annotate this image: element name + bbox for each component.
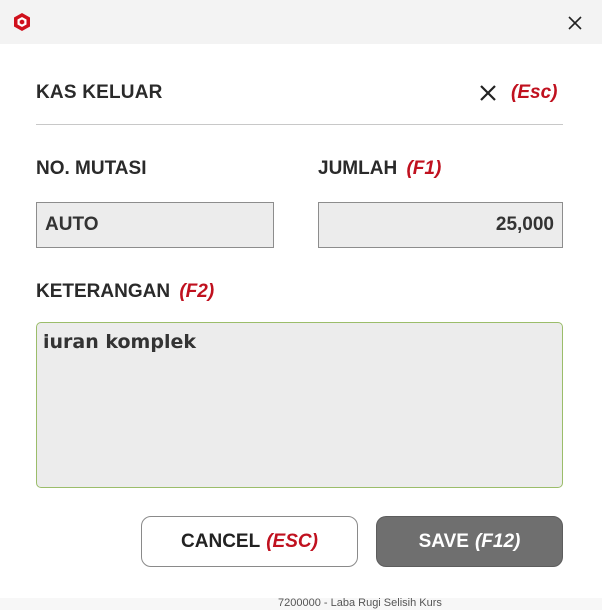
close-shortcut-hint: (Esc) (511, 82, 558, 103)
cancel-shortcut-hint: (ESC) (266, 530, 318, 552)
keterangan-label: KETERANGAN (F2) (36, 281, 214, 303)
dialog-close-button[interactable]: (Esc) (478, 79, 557, 107)
keterangan-textarea[interactable]: iuran komplek (36, 322, 563, 488)
jumlah-field[interactable]: 25,000 (318, 202, 563, 248)
keterangan-shortcut-hint: (F2) (179, 281, 215, 302)
app-logo-icon (12, 12, 32, 32)
no-mutasi-field[interactable]: AUTO (36, 202, 274, 248)
close-icon (568, 16, 582, 30)
save-button[interactable]: SAVE (F12) (376, 516, 563, 567)
no-mutasi-label-text: NO. MUTASI (36, 158, 147, 179)
save-button-label: SAVE (418, 530, 469, 552)
background-partial-text: 7200000 - Laba Rugi Selisih Kurs (278, 597, 442, 609)
keterangan-value: iuran komplek (43, 331, 196, 353)
jumlah-shortcut-hint: (F1) (406, 158, 442, 179)
keterangan-label-text: KETERANGAN (36, 281, 171, 302)
cancel-button-label: CANCEL (181, 530, 261, 552)
header-divider (36, 124, 563, 125)
no-mutasi-label: NO. MUTASI (36, 158, 146, 180)
save-shortcut-hint: (F12) (474, 530, 521, 552)
cancel-button[interactable]: CANCEL (ESC) (141, 516, 358, 567)
jumlah-label-text: JUMLAH (318, 158, 398, 179)
window-close-button[interactable] (562, 10, 588, 36)
dialog-title: KAS KELUAR (36, 82, 163, 103)
jumlah-value: 25,000 (495, 214, 554, 235)
no-mutasi-value: AUTO (45, 214, 99, 235)
window-titlebar (0, 0, 602, 44)
jumlah-label: JUMLAH (F1) (318, 158, 441, 180)
close-icon (480, 85, 496, 101)
